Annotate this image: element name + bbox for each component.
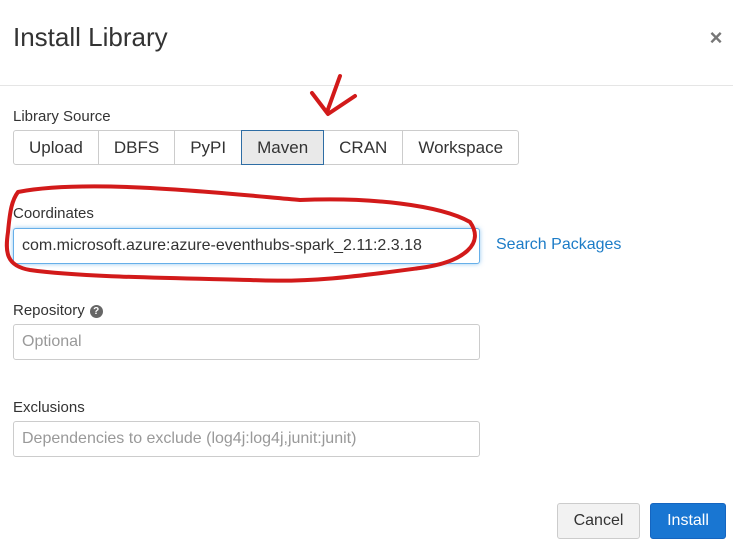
help-icon[interactable]: ? [89,305,103,318]
repository-input[interactable] [13,324,480,360]
cancel-button[interactable]: Cancel [557,503,640,539]
coordinates-input[interactable] [13,228,480,264]
tab-dbfs[interactable]: DBFS [97,130,176,165]
install-button[interactable]: Install [650,503,726,539]
repository-label: Repository [13,302,85,319]
library-source-label: Library Source [13,108,111,125]
exclusions-input[interactable] [13,421,480,457]
header-divider [0,85,733,86]
exclusions-label: Exclusions [13,399,85,416]
library-source-tabs: Upload DBFS PyPI Maven CRAN Workspace [13,130,520,165]
tab-cran[interactable]: CRAN [323,130,404,165]
tab-workspace[interactable]: Workspace [402,130,520,165]
dialog-title: Install Library [13,22,168,52]
tab-upload[interactable]: Upload [13,130,99,165]
tab-pypi[interactable]: PyPI [174,130,243,165]
hand-drawn-arrow [310,74,357,116]
red-annotation-overlay [4,74,477,283]
repository-label-row: Repository? [13,302,103,319]
tab-maven[interactable]: Maven [241,130,325,165]
close-icon[interactable]: × [707,27,725,49]
coordinates-label: Coordinates [13,205,94,222]
search-packages-link[interactable]: Search Packages [496,236,621,254]
